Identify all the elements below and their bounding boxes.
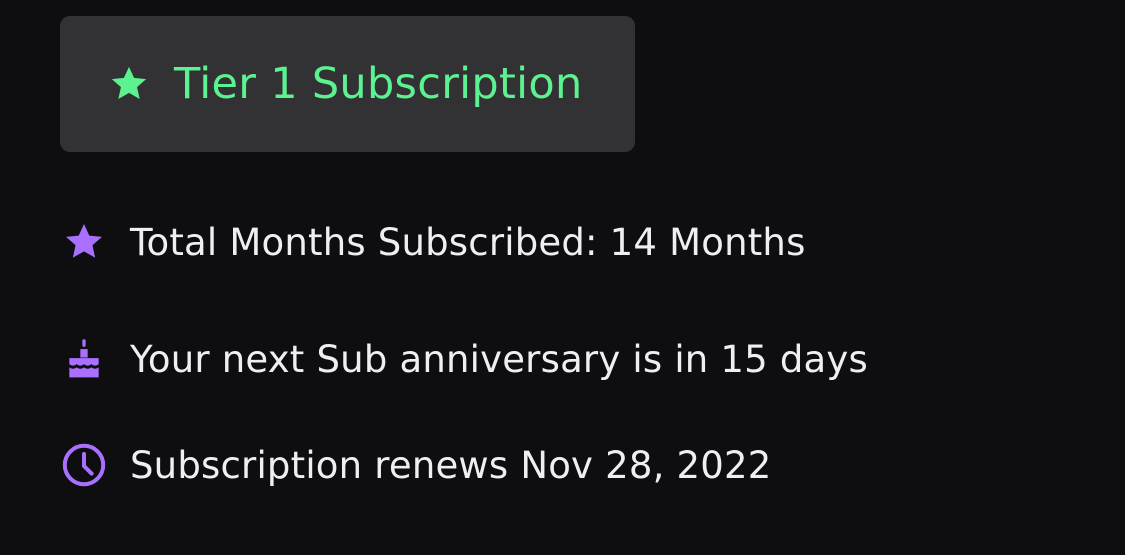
tier-label: Tier 1 Subscription <box>174 59 583 109</box>
star-icon <box>108 63 150 105</box>
anniversary-text: Your next Sub anniversary is in 15 days <box>130 337 868 381</box>
anniversary-row: Your next Sub anniversary is in 15 days <box>60 329 868 389</box>
star-icon <box>60 218 108 266</box>
total-months-text: Total Months Subscribed: 14 Months <box>130 220 806 264</box>
tier-subscription-badge[interactable]: Tier 1 Subscription <box>60 16 635 152</box>
renewal-text: Subscription renews Nov 28, 2022 <box>130 443 772 487</box>
cake-icon <box>60 335 108 383</box>
renewal-row: Subscription renews Nov 28, 2022 <box>60 435 771 495</box>
total-months-row: Total Months Subscribed: 14 Months <box>60 212 806 272</box>
clock-icon <box>60 441 108 489</box>
cut-off-row <box>60 540 660 555</box>
